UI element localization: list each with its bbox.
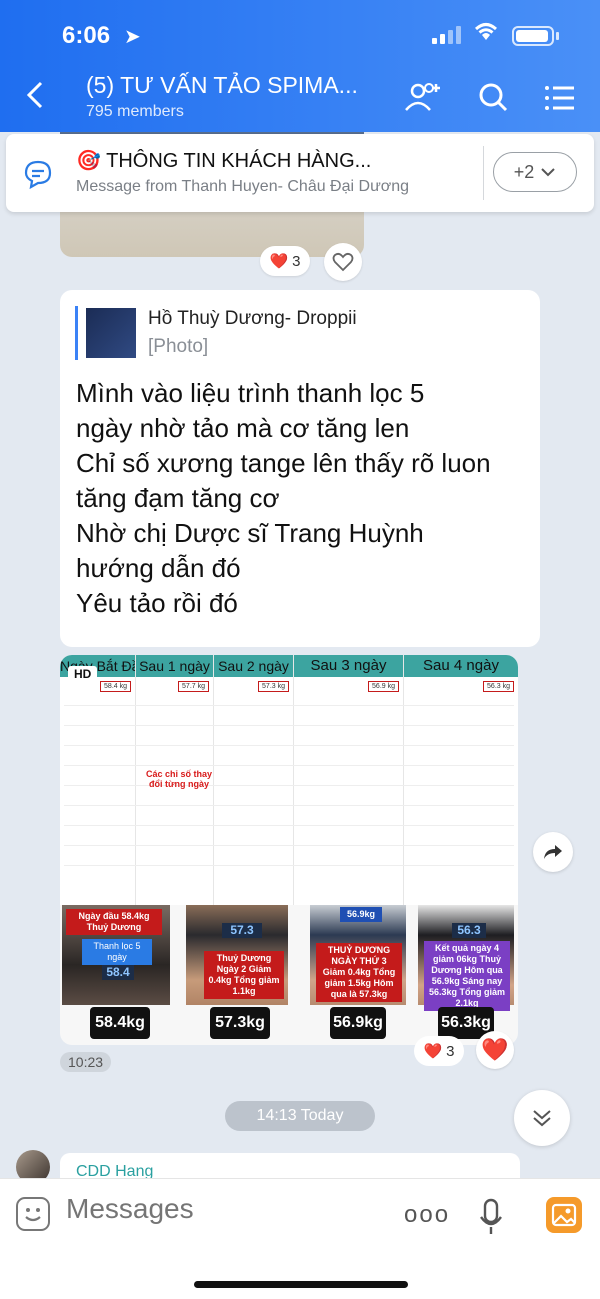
react-button[interactable]: ❤️ bbox=[476, 1031, 514, 1069]
weight-tag: 57.3kg bbox=[210, 1007, 270, 1039]
scale-photo: 57.3 Thuỷ Dương Ngày 2 Giảm 0.4kg Tổng g… bbox=[186, 905, 288, 1005]
heart-filled-icon: ❤️ bbox=[481, 1037, 509, 1062]
member-count: 795 members bbox=[86, 103, 184, 120]
message-text: Mình vào liệu trình thanh lọc 5 ngày nhờ… bbox=[76, 378, 491, 618]
back-button[interactable] bbox=[26, 80, 44, 117]
share-arrow-icon bbox=[544, 845, 562, 859]
message-time: 10:23 bbox=[60, 1052, 112, 1072]
microphone-icon[interactable] bbox=[478, 1197, 504, 1237]
pinned-more-button[interactable]: +2 bbox=[493, 152, 577, 192]
scale-photo: Ngày đầu 58.4kg Thuỷ Dương Thanh lọc 5 n… bbox=[62, 905, 170, 1005]
emoji-icon bbox=[25, 1208, 41, 1222]
menu-list-icon[interactable] bbox=[540, 78, 580, 118]
message-input[interactable] bbox=[66, 1193, 366, 1225]
quoted-photo-thumbnail[interactable] bbox=[86, 308, 136, 358]
reaction-count[interactable]: ❤️ 3 bbox=[414, 1036, 464, 1066]
add-member-icon[interactable] bbox=[402, 78, 442, 118]
pinned-title: 🎯 THÔNG TIN KHÁCH HÀNG... bbox=[76, 150, 372, 172]
progress-panel: Sau 3 ngày 56.9 kg bbox=[294, 655, 404, 905]
pinned-message-icon bbox=[24, 160, 52, 190]
group-title[interactable]: (5) TƯ VẤN TẢO SPIMA... bbox=[86, 72, 358, 99]
scroll-down-button[interactable] bbox=[514, 1090, 570, 1146]
weight-tag: 56.9kg bbox=[330, 1007, 386, 1039]
react-button[interactable] bbox=[324, 243, 362, 281]
progress-panel: Sau 4 ngày 56.3 kg bbox=[404, 655, 518, 905]
signal-icon bbox=[432, 26, 461, 44]
scale-photo: 56.3 Kết quả ngày 4 giảm 06kg Thuỷ Dương… bbox=[418, 905, 514, 1011]
more-options-button[interactable]: ooo bbox=[404, 1201, 450, 1229]
hd-badge: HD bbox=[68, 666, 98, 682]
photo-collage[interactable]: Ngày Bắt Đầu 58.4 kg Sau 1 ngày 57.7 kg … bbox=[60, 655, 518, 1045]
progress-panel: Ngày Bắt Đầu 58.4 kg bbox=[60, 655, 136, 905]
image-picker-button[interactable] bbox=[546, 1197, 582, 1233]
reaction-count[interactable]: ❤️ 3 bbox=[260, 246, 310, 276]
date-separator: 14:13 Today bbox=[225, 1101, 375, 1131]
quoted-sender: Hồ Thuỳ Dương- Droppii bbox=[148, 308, 357, 329]
battery-icon bbox=[512, 26, 554, 46]
location-arrow-icon: ➤ bbox=[124, 26, 141, 48]
home-indicator bbox=[194, 1281, 408, 1288]
scale-photo: 56.9kg THUỶ DƯƠNG NGÀY THỨ 3 Giảm 0.4kg … bbox=[310, 905, 406, 1005]
overlay-note: Các chỉ số thay đổi từng ngày bbox=[145, 769, 213, 789]
image-icon bbox=[551, 1203, 577, 1227]
heart-outline-icon bbox=[332, 252, 354, 272]
share-button[interactable] bbox=[533, 832, 573, 872]
progress-panel: Sau 2 ngày 57.3 kg bbox=[214, 655, 294, 905]
message-bubble[interactable]: Hồ Thuỳ Dương- Droppii [Photo] Mình vào … bbox=[60, 290, 540, 647]
sticker-button[interactable] bbox=[16, 1197, 50, 1231]
weight-tag: 58.4kg bbox=[90, 1007, 150, 1039]
wifi-icon bbox=[474, 23, 498, 40]
heart-icon: ❤️ bbox=[269, 253, 289, 270]
search-icon[interactable] bbox=[474, 78, 514, 118]
chevron-down-icon bbox=[541, 168, 555, 177]
status-time: 6:06 bbox=[62, 22, 111, 49]
chat-header: 6:06 ➤ (5) TƯ VẤN TẢO SPIMA... 795 membe… bbox=[0, 0, 600, 132]
double-chevron-down-icon bbox=[533, 1110, 551, 1127]
pinned-subtitle: Message from Thanh Huyen- Châu Đại Dương bbox=[76, 178, 410, 195]
quoted-type: [Photo] bbox=[148, 336, 209, 357]
heart-icon: ❤️ bbox=[423, 1043, 443, 1060]
